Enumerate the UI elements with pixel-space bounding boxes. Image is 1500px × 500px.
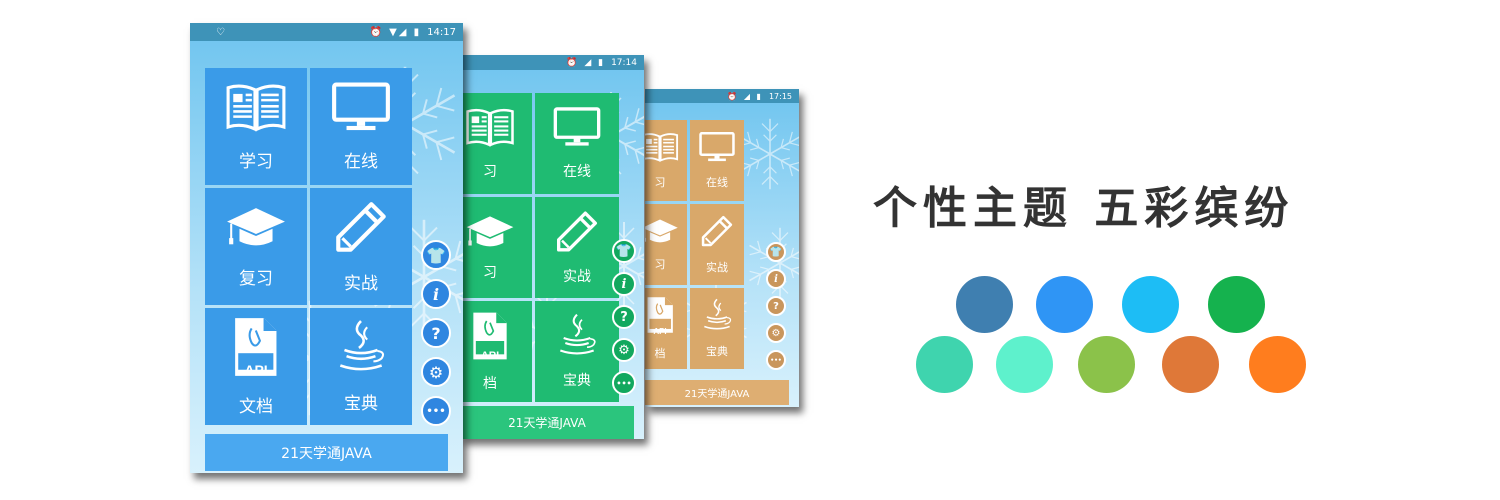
theme-color-swatch [996, 336, 1053, 393]
app-title-bar[interactable]: 21天学通JAVA [205, 434, 448, 471]
graduation-cap-icon [225, 204, 287, 255]
menu-tile-api-document[interactable]: API 档 [645, 288, 687, 369]
menu-tile-label: 文档 [239, 397, 273, 417]
menu-tile-book[interactable]: 习 [645, 120, 687, 201]
menu-tile-label: 习 [654, 258, 666, 272]
shield-status-icon: ♡ [216, 26, 225, 38]
menu-tile-label: 档 [654, 347, 666, 360]
status-time: 17:15 [768, 91, 792, 101]
menu-tile-label: 复习 [239, 269, 273, 290]
menu-tile-java-cup[interactable]: 宝典 [310, 308, 412, 425]
menu-tile-label: 在线 [706, 176, 728, 190]
monitor-icon [330, 81, 392, 138]
settings-gear-icon[interactable]: ⚙ [421, 357, 451, 387]
status-icons: ⏰ ◢ ▮ [566, 57, 606, 68]
menu-tile-monitor[interactable]: 在线 [535, 93, 619, 194]
more-icon[interactable]: ••• [421, 396, 451, 426]
info-icon[interactable]: i [421, 279, 451, 309]
monitor-icon [552, 106, 602, 153]
pencil-icon [698, 214, 736, 252]
menu-tile-label: 习 [654, 176, 666, 190]
book-icon [225, 81, 287, 138]
api-document-icon: API [470, 311, 510, 365]
theme-color-swatch [1162, 336, 1219, 393]
menu-tile-label: 学习 [239, 152, 273, 173]
theme-color-swatch [1249, 336, 1306, 393]
status-time: 14:17 [427, 26, 456, 38]
menu-tile-label: 习 [483, 265, 497, 282]
settings-gear-icon[interactable]: ⚙ [766, 323, 786, 343]
theme-shirt-icon[interactable]: 👕 [612, 239, 636, 263]
status-time: 17:14 [611, 57, 637, 68]
menu-tile-graduation-cap[interactable]: 习 [460, 197, 532, 298]
info-icon[interactable]: i [612, 272, 636, 296]
book-icon [465, 106, 515, 153]
menu-tile-graduation-cap[interactable]: 复习 [205, 188, 307, 305]
menu-tile-label: 实战 [706, 261, 728, 275]
app-title-bar[interactable]: 21天学通JAVA [460, 406, 634, 439]
api-label: API [653, 326, 667, 336]
theme-shirt-icon[interactable]: 👕 [421, 240, 451, 270]
theme-color-swatch [1078, 336, 1135, 393]
settings-gear-icon[interactable]: ⚙ [612, 338, 636, 362]
more-icon[interactable]: ••• [766, 350, 786, 370]
graduation-cap-icon [645, 217, 679, 250]
menu-tile-monitor[interactable]: 在线 [690, 120, 744, 201]
menu-tile-label: 实战 [563, 269, 591, 285]
menu-tile-label: 在线 [344, 152, 378, 173]
help-icon[interactable]: ? [612, 305, 636, 329]
book-icon [645, 131, 679, 167]
menu-tile-graduation-cap[interactable]: 习 [645, 204, 687, 285]
status-bar: ⏰ ◢ ▮ 17:14 [460, 55, 644, 70]
menu-tile-label: 档 [483, 375, 497, 392]
menu-tile-label: 习 [483, 163, 497, 180]
theme-color-swatch [1122, 276, 1179, 333]
monitor-icon [698, 131, 736, 167]
theme-color-swatch [916, 336, 973, 393]
theme-color-swatch [1208, 276, 1265, 333]
graduation-cap-icon [465, 213, 515, 255]
menu-tile-monitor[interactable]: 在线 [310, 68, 412, 185]
status-icons: ⏰ ◢ ▮ [727, 91, 763, 101]
phone-screenshot-green-theme: ⏰ ◢ ▮ 17:14 习 在线 习 实战 API 档 宝典 👕 i ? ⚙ •… [460, 55, 644, 439]
help-icon[interactable]: ? [421, 318, 451, 348]
headline-text: 个性主题 五彩缤纷 [873, 183, 1295, 234]
menu-tile-api-document[interactable]: API 文档 [205, 308, 307, 425]
menu-tile-book[interactable]: 学习 [205, 68, 307, 185]
menu-tile-pencil[interactable]: 实战 [310, 188, 412, 305]
menu-tile-label: 宝典 [344, 393, 378, 414]
menu-tile-java-cup[interactable]: 宝典 [535, 301, 619, 402]
java-cup-icon [698, 298, 736, 336]
menu-tile-api-document[interactable]: API 档 [460, 301, 532, 402]
api-document-icon: API [645, 296, 675, 338]
java-cup-icon [552, 313, 602, 362]
theme-color-swatch [956, 276, 1013, 333]
menu-tile-label: 在线 [563, 163, 591, 180]
status-bar: ⏰ ◢ ▮ 17:15 [645, 89, 799, 103]
api-label: API [480, 349, 500, 362]
app-title-bar[interactable]: 21天学通JAVA [645, 380, 789, 405]
more-icon[interactable]: ••• [612, 371, 636, 395]
pencil-icon [552, 209, 602, 258]
menu-tile-label: 实战 [344, 273, 378, 294]
phone-screenshot-orange-theme: ⏰ ◢ ▮ 17:15 习 在线 习 实战 API 档 宝典 👕 i ? ⚙ •… [645, 89, 799, 407]
menu-tile-pencil[interactable]: 实战 [690, 204, 744, 285]
menu-tile-java-cup[interactable]: 宝典 [690, 288, 744, 369]
theme-color-swatch [1036, 276, 1093, 333]
api-label: API [244, 362, 268, 379]
java-cup-icon [330, 319, 392, 379]
menu-tile-book[interactable]: 习 [460, 93, 532, 194]
menu-tile-label: 宝典 [706, 345, 728, 359]
pencil-icon [330, 199, 392, 259]
status-bar: ♡ ⏰ ▼◢ ▮ 14:17 [190, 23, 463, 41]
api-document-icon: API [231, 316, 281, 382]
status-icons: ⏰ ▼◢ ▮ [369, 26, 422, 38]
phone-screenshot-blue-theme: ♡ ⏰ ▼◢ ▮ 14:17 学习 在线 复习 实战 API 文档 宝典 👕 i… [190, 23, 463, 473]
menu-tile-pencil[interactable]: 实战 [535, 197, 619, 298]
info-icon[interactable]: i [766, 269, 786, 289]
help-icon[interactable]: ? [766, 296, 786, 316]
menu-tile-label: 宝典 [563, 373, 591, 389]
theme-shirt-icon[interactable]: 👕 [766, 242, 786, 262]
